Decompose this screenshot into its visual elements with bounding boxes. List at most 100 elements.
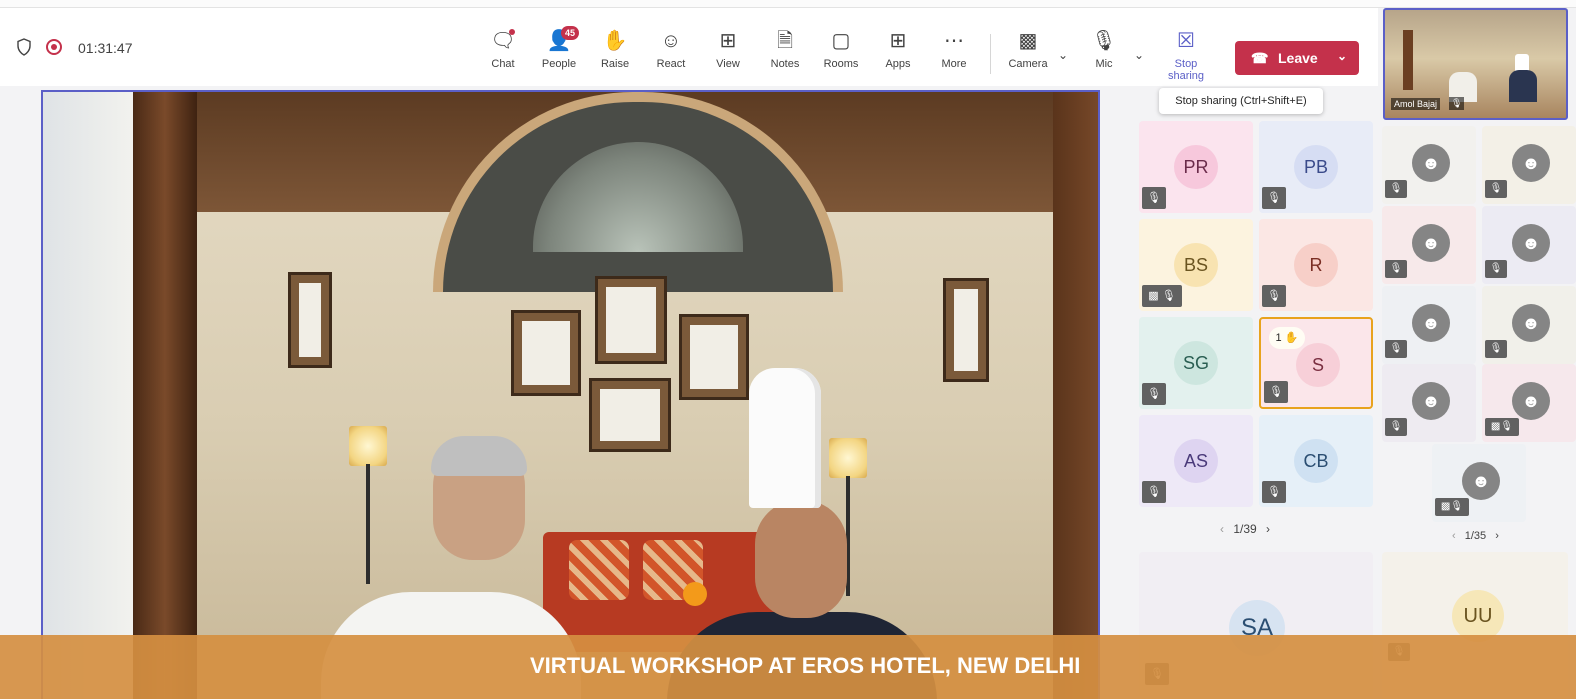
rooms-button[interactable]: ▢ Rooms (813, 28, 869, 80)
gallery-tile[interactable]: ☻ 🎙 (1482, 286, 1576, 364)
banner-title: VIRTUAL WORKSHOP AT EROS HOTEL, NEW DELH… (530, 653, 1081, 678)
share-screen-icon: ☒ (1177, 30, 1195, 52)
gallery-tile[interactable]: ☻ 🎙 (1382, 286, 1476, 364)
gallery-pager-label: 1/35 (1464, 530, 1487, 542)
mic-off-icon: 🎙 (1142, 481, 1166, 503)
gallery-next-chevron-right-icon[interactable]: › (1495, 530, 1499, 542)
raise-hand-icon: ✋ (602, 30, 628, 52)
grid-icon: ⊞ (719, 30, 737, 52)
sofa-pillow (569, 540, 629, 600)
chat-label: Chat (491, 58, 515, 70)
participant-tile[interactable]: PB 🎙 (1259, 121, 1373, 213)
leave-options-chevron-down-icon[interactable]: ⌄ (1337, 49, 1347, 63)
participant-tile[interactable]: R 🎙 (1259, 219, 1373, 311)
meeting-timer: 01:31:47 (78, 40, 133, 56)
camera-mic-off-icon: ▩🎙 (1435, 498, 1469, 516)
react-button[interactable]: ☺ React (643, 28, 699, 80)
wall-frame (595, 276, 667, 364)
ellipsis-icon: ⋯ (944, 30, 964, 52)
gallery-tile[interactable]: ☻ 🎙 (1482, 206, 1576, 284)
chef-right-head (755, 500, 847, 618)
person-icon: ☻ (1512, 382, 1550, 420)
video-pillar-left (133, 92, 197, 699)
apps-button[interactable]: ⊞ Apps (870, 28, 926, 80)
participant-tile[interactable]: SG 🎙 (1139, 317, 1253, 409)
mic-off-icon: 🎙 (1262, 285, 1286, 307)
smile-icon: ☺ (660, 30, 682, 52)
wall-frame (943, 278, 989, 382)
mic-off-icon: 🎙 (1142, 383, 1166, 405)
participant-tile[interactable]: PR 🎙 (1139, 121, 1253, 213)
person-icon: ☻ (1512, 304, 1550, 342)
chat-button[interactable]: 🗨 Chat (475, 28, 531, 80)
participant-pager: ‹ 1/39 › (1220, 522, 1270, 536)
mic-off-icon: 🎙 (1385, 418, 1407, 436)
mic-off-icon: 🎙 (1385, 340, 1407, 358)
main-video-stage[interactable] (41, 90, 1100, 699)
leave-label: Leave (1278, 50, 1318, 66)
stop-sharing-button[interactable]: ☒ Stop sharing (1158, 28, 1214, 82)
self-view-mic-icon: 🎙 (1449, 97, 1465, 110)
video-curtain (43, 92, 133, 699)
raise-label: Raise (600, 58, 630, 70)
mic-options-chevron-down-icon[interactable]: ⌄ (1134, 48, 1144, 62)
person-icon: ☻ (1412, 224, 1450, 262)
chat-icon: 🗨 (490, 30, 516, 52)
flower (683, 582, 707, 606)
camera-mic-off-icon: ▩ 🎙 (1142, 285, 1182, 307)
person-icon: ☻ (1412, 304, 1450, 342)
view-button[interactable]: ⊞ View (700, 28, 756, 80)
wall-frame (589, 378, 671, 452)
more-button[interactable]: ⋯ More (926, 28, 982, 80)
self-view-video[interactable]: Amol Bajaj 🎙 (1383, 8, 1568, 120)
mic-off-icon: 🎙 (1485, 260, 1507, 278)
raised-hand-count: 1 (1275, 332, 1282, 344)
stop-sharing-label: Stop sharing (1167, 58, 1205, 82)
lamp-stand-left (366, 464, 370, 584)
video-pillar-right (1053, 92, 1098, 699)
camera-mic-off-icon: ▩🎙 (1485, 418, 1519, 436)
raise-hand-button[interactable]: ✋ Raise (587, 28, 643, 80)
gallery-tile[interactable]: ☻ 🎙 (1382, 206, 1476, 284)
gallery-tile[interactable]: ☻ 🎙 (1382, 126, 1476, 204)
people-button[interactable]: 👤 45 People (531, 26, 587, 80)
gallery-prev-chevron-left-icon[interactable]: ‹ (1452, 530, 1456, 542)
participant-tile[interactable]: BS ▩ 🎙 (1139, 219, 1253, 311)
participant-avatar: PR (1174, 145, 1218, 189)
participant-tile-highlighted[interactable]: 1 ✋ S 🎙 (1259, 317, 1373, 409)
chat-unread-dot (509, 29, 515, 35)
mic-off-icon: 🎙 (1142, 187, 1166, 209)
notes-icon: 🗎 (776, 30, 794, 52)
record-icon (46, 39, 62, 55)
leave-button[interactable]: ☎ Leave ⌄ (1235, 41, 1359, 75)
gallery-tile[interactable]: ☻ ▩🎙 (1432, 444, 1526, 522)
meeting-toolbar: 01:31:47 🗨 Chat 👤 45 People ✋ Raise ☺ Re… (0, 8, 1378, 86)
caption-banner: VIRTUAL WORKSHOP AT EROS HOTEL, NEW DELH… (0, 635, 1576, 699)
pager-prev-chevron-left-icon[interactable]: ‹ (1220, 522, 1224, 536)
table-lamp-left (349, 426, 387, 466)
view-label: View (716, 58, 740, 70)
gallery-tile[interactable]: ☻ ▩🎙 (1482, 364, 1576, 442)
participant-avatar: SG (1174, 341, 1218, 385)
participant-tile[interactable]: AS 🎙 (1139, 415, 1253, 507)
phone-hangup-icon: ☎ (1251, 50, 1269, 66)
participant-avatar: R (1294, 243, 1338, 287)
gallery-tile[interactable]: ☻ 🎙 (1482, 126, 1576, 204)
gallery-tile[interactable]: ☻ 🎙 (1382, 364, 1476, 442)
person-icon: ☻ (1412, 382, 1450, 420)
rooms-icon: ▢ (831, 30, 851, 52)
participant-tile[interactable]: CB 🎙 (1259, 415, 1373, 507)
camera-button[interactable]: ▩ Camera (1000, 28, 1056, 80)
mic-off-icon: 🎙 (1385, 180, 1407, 198)
mic-button[interactable]: 🎙 Mic (1076, 28, 1132, 80)
camera-label: Camera (1008, 58, 1048, 70)
person-icon: ☻ (1412, 144, 1450, 182)
person-icon: ☻ (1512, 144, 1550, 182)
shield-icon[interactable] (16, 38, 32, 56)
notes-button[interactable]: 🗎 Notes (757, 28, 813, 80)
teams-meeting-window: 01:31:47 🗨 Chat 👤 45 People ✋ Raise ☺ Re… (0, 0, 1576, 699)
camera-off-icon: ▩ (1018, 30, 1038, 52)
participant-avatar: PB (1294, 145, 1338, 189)
camera-options-chevron-down-icon[interactable]: ⌄ (1058, 48, 1068, 62)
pager-next-chevron-right-icon[interactable]: › (1266, 522, 1270, 536)
